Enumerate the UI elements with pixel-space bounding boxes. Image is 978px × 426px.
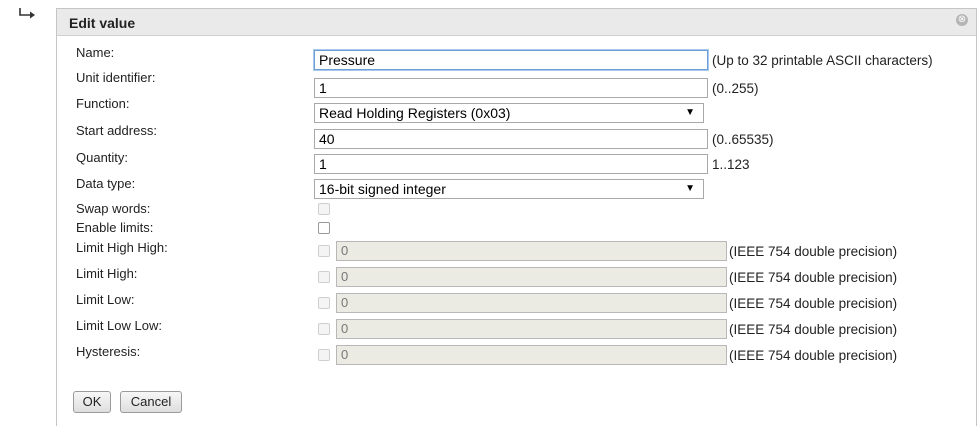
quantity-label: Quantity: xyxy=(76,150,129,165)
dialog-titlebar: Edit value ⊗ xyxy=(57,9,976,36)
return-arrow-icon xyxy=(19,8,35,19)
data-type-label: Data type: xyxy=(76,176,136,191)
enable-limits-checkbox[interactable] xyxy=(318,222,330,234)
name-hint: (Up to 32 printable ASCII characters) xyxy=(712,53,933,68)
hysteresis-label: Hysteresis: xyxy=(76,344,141,359)
limit-low-input[interactable]: 0 xyxy=(336,293,727,313)
function-label: Function: xyxy=(76,96,130,111)
quantity-hint: 1..123 xyxy=(712,157,750,172)
limit-low-low-label: Limit Low Low: xyxy=(76,318,162,333)
unit-identifier-input[interactable] xyxy=(314,78,708,98)
limit-high-checkbox[interactable] xyxy=(318,271,330,283)
limit-low-checkbox[interactable] xyxy=(318,297,330,309)
hysteresis-checkbox[interactable] xyxy=(318,349,330,361)
limit-high-hint: (IEEE 754 double precision) xyxy=(729,270,898,285)
limit-high-high-label: Limit High High: xyxy=(76,240,168,255)
function-select[interactable]: Read Holding Registers (0x03) ▼ xyxy=(314,103,704,123)
hysteresis-input[interactable]: 0 xyxy=(336,345,727,365)
swap-words-checkbox[interactable] xyxy=(318,203,330,215)
hysteresis-hint: (IEEE 754 double precision) xyxy=(729,348,898,363)
close-icon[interactable]: ⊗ xyxy=(956,14,968,26)
dialog-title: Edit value xyxy=(69,15,136,31)
function-selected-value: Read Holding Registers (0x03) xyxy=(319,105,511,121)
ok-button[interactable]: OK xyxy=(73,391,111,413)
enable-limits-label: Enable limits: xyxy=(76,220,154,235)
unit-identifier-hint: (0..255) xyxy=(712,81,759,96)
start-address-hint: (0..65535) xyxy=(712,132,774,147)
swap-words-label: Swap words: xyxy=(76,201,151,216)
dropdown-caret-icon: ▼ xyxy=(685,183,695,194)
limit-high-label: Limit High: xyxy=(76,266,138,281)
edit-value-dialog: Edit value ⊗ Name: (Up to 32 printable A… xyxy=(56,8,977,426)
unit-identifier-label: Unit identifier: xyxy=(76,70,156,85)
limit-low-low-input[interactable]: 0 xyxy=(336,319,727,339)
limit-low-label: Limit Low: xyxy=(76,292,135,307)
cancel-button[interactable]: Cancel xyxy=(120,391,182,413)
limit-low-hint: (IEEE 754 double precision) xyxy=(729,296,898,311)
name-label: Name: xyxy=(76,45,115,60)
start-address-label: Start address: xyxy=(76,123,157,138)
quantity-input[interactable] xyxy=(314,154,708,174)
start-address-input[interactable] xyxy=(314,129,708,149)
limit-high-high-checkbox[interactable] xyxy=(318,245,330,257)
limit-high-high-input[interactable]: 0 xyxy=(336,241,727,261)
limit-low-low-hint: (IEEE 754 double precision) xyxy=(729,322,898,337)
dropdown-caret-icon: ▼ xyxy=(685,107,695,118)
limit-high-high-hint: (IEEE 754 double precision) xyxy=(729,244,898,259)
data-type-selected-value: 16-bit signed integer xyxy=(319,181,446,197)
limit-low-low-checkbox[interactable] xyxy=(318,323,330,335)
data-type-select[interactable]: 16-bit signed integer ▼ xyxy=(314,179,704,199)
limit-high-input[interactable]: 0 xyxy=(336,267,727,287)
name-input[interactable] xyxy=(314,50,708,70)
